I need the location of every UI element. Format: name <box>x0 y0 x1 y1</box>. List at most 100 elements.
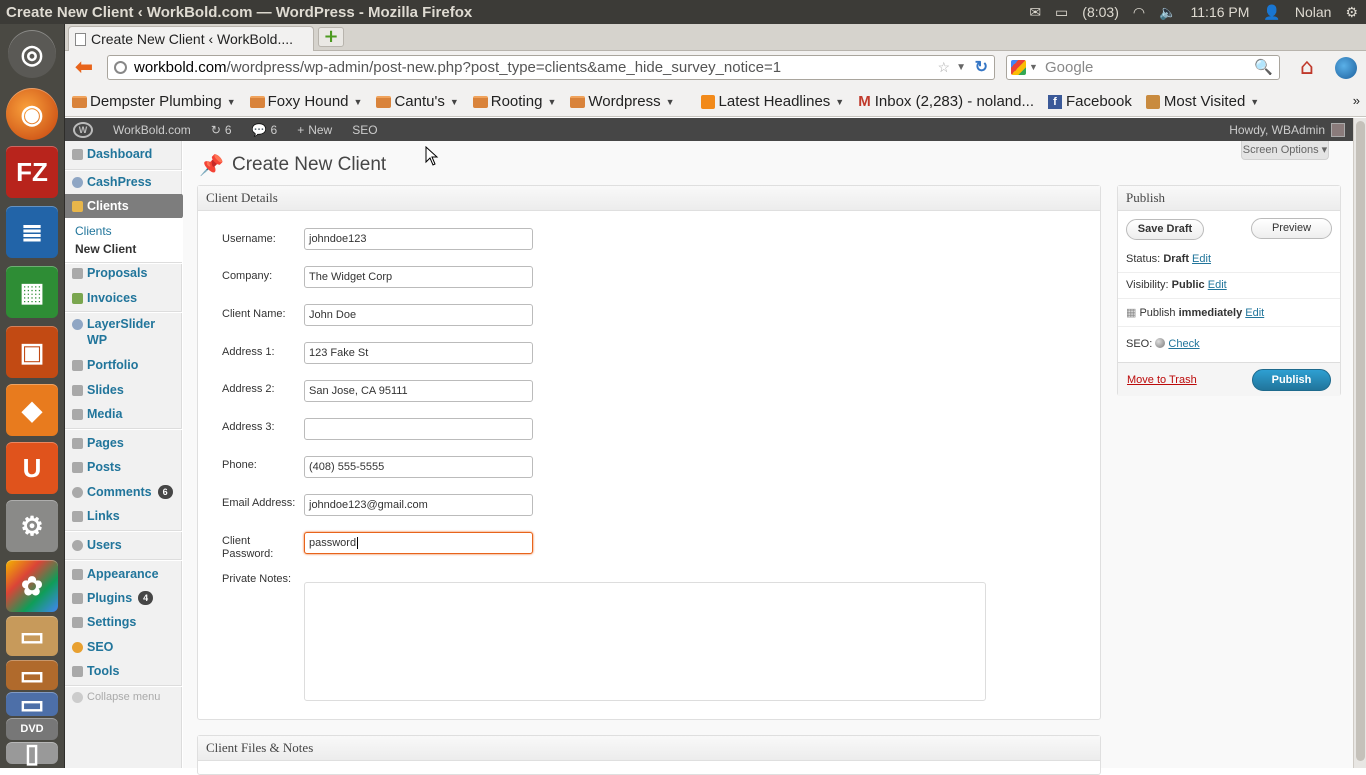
files-icon[interactable]: ▭ <box>6 616 58 656</box>
gear-icon[interactable]: ⚙ <box>1345 4 1358 21</box>
bookmark-label: Wordpress <box>588 93 661 110</box>
edit-status-link[interactable]: Edit <box>1192 253 1211 265</box>
ubuntu-logo-icon[interactable]: ◎ <box>8 30 56 78</box>
back-arrow-icon[interactable]: ⬅ <box>71 57 97 79</box>
bookmark-gmail[interactable]: M Inbox (2,283) - noland... <box>858 93 1034 110</box>
client-files-heading[interactable]: Client Files & Notes <box>198 736 1100 761</box>
system-settings-icon[interactable]: ⚙ <box>6 500 58 552</box>
address2-input[interactable]: San Jose, CA 95111 <box>304 380 533 402</box>
edit-visibility-link[interactable]: Edit <box>1208 279 1227 291</box>
menu-slides[interactable]: Slides <box>65 378 182 402</box>
publish-button[interactable]: Publish <box>1252 369 1331 391</box>
menu-invoices[interactable]: Invoices <box>65 286 182 310</box>
wifi-icon[interactable]: ◠ <box>1133 4 1145 21</box>
browser-tab[interactable]: Create New Client ‹ WorkBold.... <box>68 26 314 51</box>
updates-link[interactable]: ↻ 6 <box>201 123 242 137</box>
client-details-heading[interactable]: Client Details <box>198 186 1100 211</box>
menu-appearance[interactable]: Appearance <box>65 562 182 586</box>
bookmark-star-icon[interactable]: ☆ <box>937 56 950 79</box>
menu-tools[interactable]: Tools <box>65 659 182 683</box>
menu-clients[interactable]: Clients <box>65 194 189 218</box>
edit-schedule-link[interactable]: Edit <box>1245 307 1264 319</box>
menu-portfolio[interactable]: Portfolio <box>65 353 182 377</box>
menu-pages[interactable]: Pages <box>65 431 182 455</box>
submenu-new-client[interactable]: New Client <box>75 242 182 260</box>
menu-plugins[interactable]: Plugins 4 <box>65 586 182 610</box>
libreoffice-writer-icon[interactable]: ≣ <box>6 206 58 258</box>
google-engine-icon[interactable] <box>1011 60 1026 75</box>
battery-icon[interactable]: ▭ <box>1055 4 1068 21</box>
seo-check-link[interactable]: Check <box>1168 338 1199 350</box>
filezilla-icon[interactable]: FZ <box>6 146 58 198</box>
submenu-clients[interactable]: Clients <box>75 224 182 242</box>
mail-icon[interactable]: ✉ <box>1029 4 1041 21</box>
username-input[interactable]: johndoe123 <box>304 228 533 250</box>
addon-globe-icon[interactable] <box>1335 57 1357 79</box>
url-bar[interactable]: workbold.com/wordpress/wp-admin/post-new… <box>107 55 995 80</box>
menu-proposals[interactable]: Proposals <box>65 261 182 285</box>
screen-options-button[interactable]: Screen Options ▾ <box>1241 141 1329 160</box>
trash-icon[interactable]: ▯ <box>6 738 58 768</box>
home-icon[interactable]: ⌂ <box>1300 57 1314 79</box>
menu-label: Settings <box>87 615 137 629</box>
client-name-input[interactable]: John Doe <box>304 304 533 326</box>
libreoffice-calc-icon[interactable]: ▦ <box>6 266 58 318</box>
workspace-icon[interactable]: ▭ <box>6 660 58 690</box>
preview-button[interactable]: Preview <box>1251 218 1332 239</box>
menu-cashpress[interactable]: CashPress <box>65 170 182 194</box>
account-menu[interactable]: Howdy, WBAdmin <box>1229 122 1353 137</box>
scrollbar-thumb[interactable] <box>1356 121 1365 761</box>
bookmark-most-visited[interactable]: Most Visited ▼ <box>1145 93 1259 110</box>
site-identity-icon[interactable] <box>114 61 127 74</box>
new-tab-button[interactable]: + <box>318 27 344 47</box>
menu-comments[interactable]: Comments 6 <box>65 480 182 504</box>
bookmark-folder[interactable]: Rooting ▼ <box>472 93 556 110</box>
url-dropdown-icon[interactable]: ▼ <box>956 56 966 79</box>
private-notes-textarea[interactable] <box>304 582 986 701</box>
move-to-trash-link[interactable]: Move to Trash <box>1127 374 1197 386</box>
bookmark-rss[interactable]: Latest Headlines ▼ <box>700 93 844 110</box>
publish-heading[interactable]: Publish <box>1118 186 1340 211</box>
picasa-icon[interactable]: ✿ <box>6 560 58 612</box>
engine-dropdown-icon[interactable]: ▼ <box>1029 56 1038 79</box>
menu-dashboard[interactable]: Dashboard <box>65 142 182 166</box>
search-bar[interactable]: ▼ Google 🔍 <box>1006 55 1280 80</box>
overflow-chevron-icon[interactable]: » <box>1353 93 1360 108</box>
menu-users[interactable]: Users <box>65 533 182 557</box>
volume-icon[interactable]: 🔈 <box>1159 4 1176 21</box>
user-name[interactable]: Nolan <box>1295 4 1332 20</box>
ubuntu-one-icon[interactable]: U <box>6 442 58 494</box>
menu-seo[interactable]: SEO <box>65 635 182 659</box>
wordpress-logo-icon[interactable]: W <box>73 121 93 138</box>
firefox-icon[interactable]: ◉ <box>6 88 58 140</box>
company-input[interactable]: The Widget Corp <box>304 266 533 288</box>
bookmark-folder[interactable]: Wordpress ▼ <box>570 93 675 110</box>
address3-input[interactable] <box>304 418 533 440</box>
client-password-input[interactable]: password <box>304 532 533 554</box>
menu-links[interactable]: Links <box>65 504 182 528</box>
save-draft-button[interactable]: Save Draft <box>1126 219 1204 240</box>
site-name-link[interactable]: WorkBold.com <box>103 123 201 137</box>
new-content-link[interactable]: + New <box>287 123 342 137</box>
menu-media[interactable]: Media <box>65 402 182 426</box>
bookmark-folder[interactable]: Cantu's ▼ <box>376 93 459 110</box>
bookmark-facebook[interactable]: f Facebook <box>1047 93 1132 110</box>
comments-link[interactable]: 💬 6 <box>242 123 288 137</box>
address1-input[interactable]: 123 Fake St <box>304 342 533 364</box>
phone-input[interactable]: (408) 555-5555 <box>304 456 533 478</box>
bookmark-folder[interactable]: Foxy Hound ▼ <box>249 93 362 110</box>
collapse-menu[interactable]: Collapse menu <box>65 685 182 709</box>
menu-posts[interactable]: Posts <box>65 455 182 479</box>
software-center-icon[interactable]: ◆ <box>6 384 58 436</box>
disk-icon[interactable]: ▭ <box>6 689 58 719</box>
libreoffice-impress-icon[interactable]: ▣ <box>6 326 58 378</box>
clock[interactable]: 11:16 PM <box>1191 4 1250 20</box>
menu-layerslider-wp[interactable]: WP <box>65 330 182 350</box>
seo-link[interactable]: SEO <box>342 123 387 137</box>
page-scrollbar[interactable] <box>1353 118 1366 768</box>
search-icon[interactable]: 🔍 <box>1254 56 1273 79</box>
reload-icon[interactable]: ↻ <box>975 56 988 79</box>
bookmark-folder[interactable]: Dempster Plumbing ▼ <box>72 93 236 110</box>
email-input[interactable]: johndoe123@gmail.com <box>304 494 533 516</box>
menu-settings[interactable]: Settings <box>65 610 182 634</box>
